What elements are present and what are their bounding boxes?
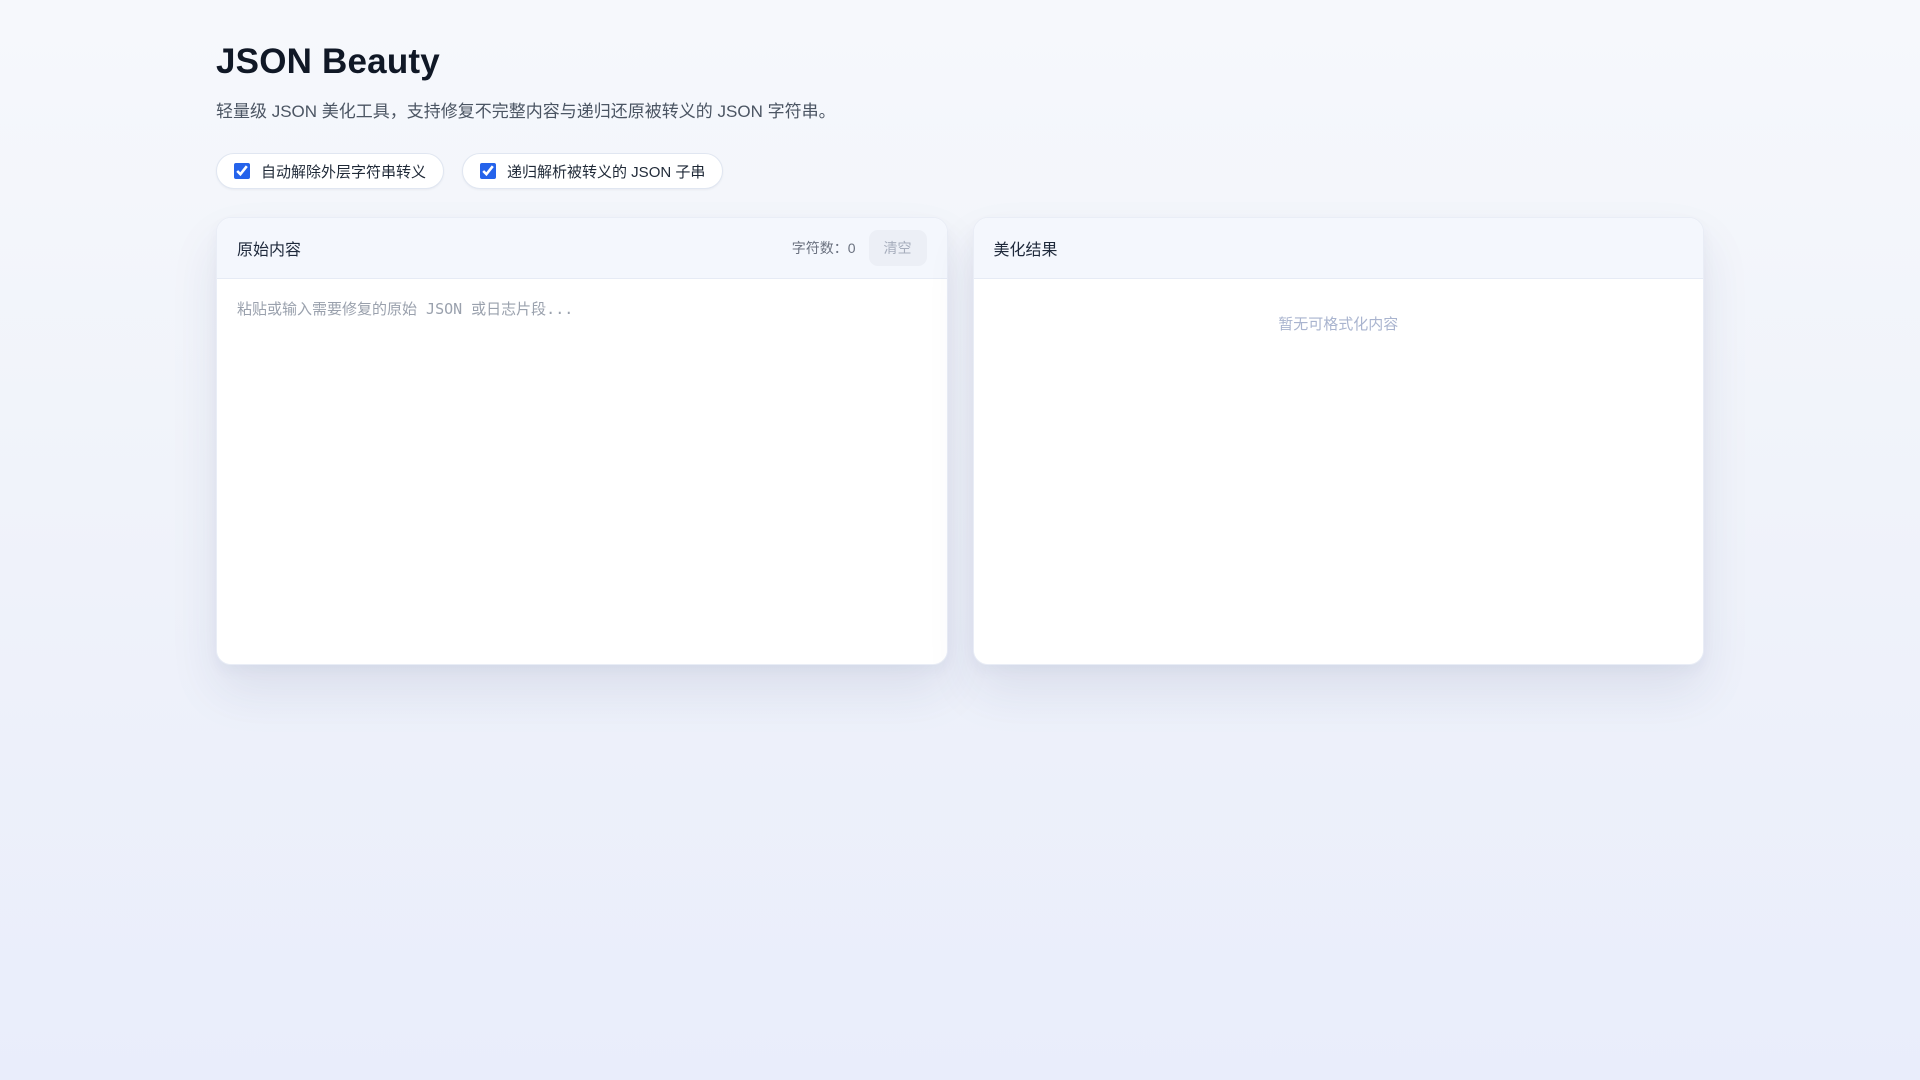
char-count-label: 字符数： [791, 240, 848, 256]
source-panel-title: 原始内容 [237, 242, 302, 259]
auto-unescape-checkbox[interactable] [234, 163, 250, 179]
result-empty-state-text: 暂无可格式化内容 [1278, 316, 1399, 333]
option-recursive-parse-escaped-json[interactable]: 递归解析被转义的 JSON 子串 [462, 153, 724, 189]
clear-button[interactable]: 清空 [868, 230, 927, 266]
result-panel-header: 美化结果 [973, 218, 1703, 279]
page-subtitle: 轻量级 JSON 美化工具，支持修复不完整内容与递归还原被转义的 JSON 字符… [216, 102, 836, 121]
options-row: 自动解除外层字符串转义 递归解析被转义的 JSON 子串 [216, 153, 1704, 189]
source-panel-header-right: 字符数：0 清空 [792, 230, 927, 266]
source-panel: 原始内容 字符数：0 清空 [216, 217, 948, 665]
source-panel-header: 原始内容 字符数：0 清空 [217, 218, 947, 279]
main-container: JSON Beauty 轻量级 JSON 美化工具，支持修复不完整内容与递归还原… [216, 0, 1704, 665]
result-panel-body: 暂无可格式化内容 [973, 279, 1703, 664]
page-title: JSON Beauty [216, 42, 440, 81]
char-count: 字符数：0 [792, 238, 856, 258]
recursive-parse-checkbox[interactable] [480, 163, 497, 179]
char-count-value: 0 [847, 240, 856, 256]
option-auto-unescape-label: 自动解除外层字符串转义 [261, 163, 427, 181]
source-panel-body [217, 279, 947, 664]
source-input[interactable] [217, 279, 947, 664]
result-panel: 美化结果 暂无可格式化内容 [972, 217, 1704, 665]
result-panel-title: 美化结果 [993, 242, 1058, 259]
option-auto-unescape-outer-string[interactable]: 自动解除外层字符串转义 [216, 153, 445, 189]
option-recursive-parse-label: 递归解析被转义的 JSON 子串 [507, 163, 706, 181]
panels-row: 原始内容 字符数：0 清空 美化结果 暂无可格式化内容 [216, 217, 1704, 665]
